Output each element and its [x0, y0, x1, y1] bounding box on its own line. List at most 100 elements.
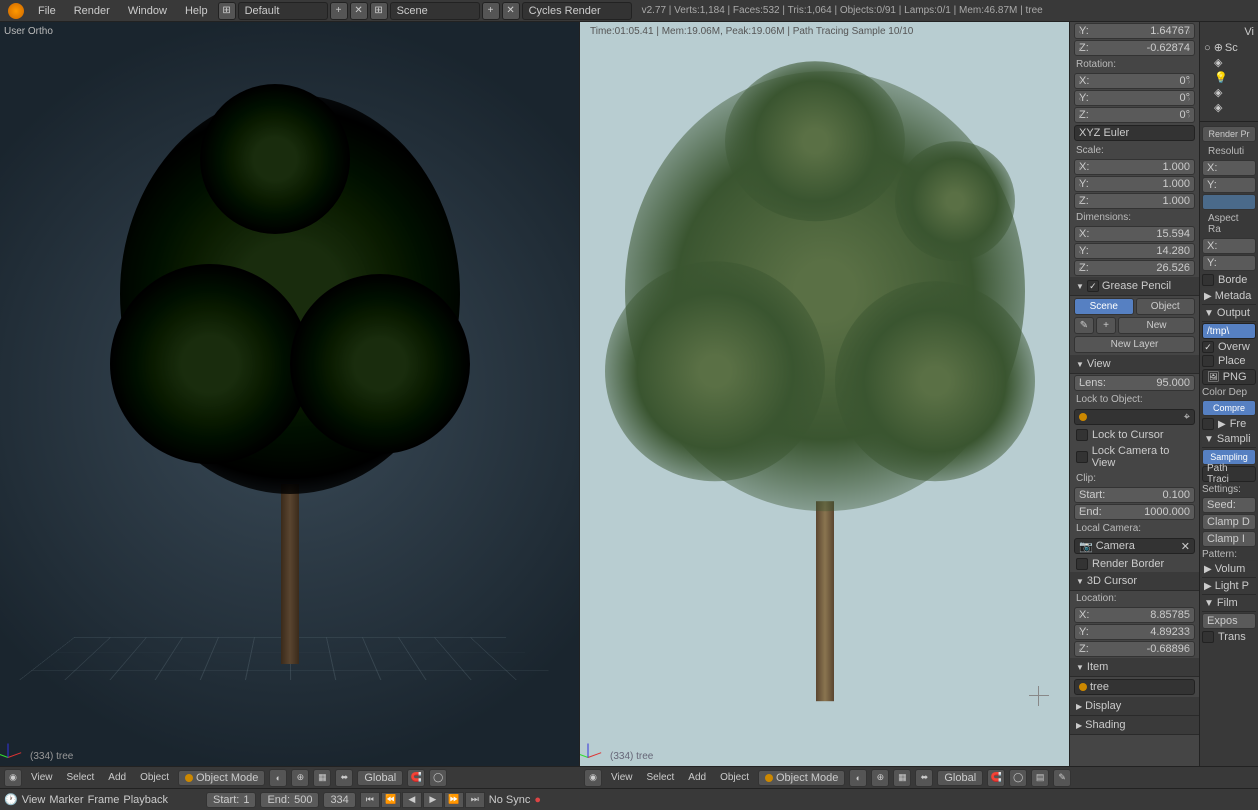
scene-remove-button[interactable]: ✕: [502, 2, 520, 20]
gpencil-icon[interactable]: ✎: [1053, 769, 1071, 787]
object-menu[interactable]: Object: [715, 770, 754, 785]
output-header[interactable]: ▼ Output: [1202, 305, 1256, 322]
menu-window[interactable]: Window: [120, 3, 175, 19]
tree-object-rendered[interactable]: [615, 61, 1035, 701]
orientation-selector[interactable]: Global: [937, 770, 983, 786]
outliner-item[interactable]: ◈: [1202, 100, 1256, 115]
shading-icon[interactable]: ◐: [269, 769, 287, 787]
exposure-field[interactable]: Expos: [1202, 613, 1256, 629]
proportional-icon[interactable]: ◯: [429, 769, 447, 787]
scale-z-field[interactable]: ‹Z:1.000›: [1074, 193, 1195, 209]
layout-selector[interactable]: Default: [238, 2, 328, 20]
rot-z-field[interactable]: ‹Z:0°›: [1074, 107, 1195, 123]
gp-scene-tab[interactable]: Scene: [1074, 298, 1134, 315]
dim-z-field[interactable]: ‹Z:26.526›: [1074, 260, 1195, 276]
clip-start-field[interactable]: ‹Start:0.100›: [1074, 487, 1195, 503]
border-check[interactable]: [1202, 274, 1214, 286]
viewport-left[interactable]: User Ortho (334) tree: [0, 22, 580, 766]
add-menu[interactable]: Add: [103, 770, 131, 785]
clamp-direct-field[interactable]: Clamp D: [1202, 514, 1256, 530]
lock-object-field[interactable]: ⌖: [1074, 409, 1195, 425]
orientation-selector[interactable]: Global: [357, 770, 403, 786]
res-y-field[interactable]: Y:: [1202, 177, 1256, 193]
scene-add-button[interactable]: +: [482, 2, 500, 20]
layout-add-button[interactable]: +: [330, 2, 348, 20]
manipulator-icon[interactable]: ⬌: [915, 769, 933, 787]
gp-edit-icon[interactable]: ✎: [1074, 317, 1094, 334]
sampling-header[interactable]: ▼ Sampli: [1202, 431, 1256, 448]
transparent-check[interactable]: [1202, 631, 1214, 643]
res-x-field[interactable]: X:: [1202, 160, 1256, 176]
view-menu[interactable]: View: [606, 770, 638, 785]
snap-icon[interactable]: 🧲: [407, 769, 425, 787]
dim-y-field[interactable]: ‹Y:14.280›: [1074, 243, 1195, 259]
menu-help[interactable]: Help: [177, 3, 216, 19]
lock-cursor-check[interactable]: [1076, 429, 1088, 441]
clamp-indirect-field[interactable]: Clamp I: [1202, 531, 1256, 547]
view-panel-header[interactable]: View: [1070, 355, 1199, 374]
manipulator-icon[interactable]: ⬌: [335, 769, 353, 787]
rotation-mode-select[interactable]: XYZ Euler: [1074, 125, 1195, 141]
dim-x-field[interactable]: ‹X:15.594›: [1074, 226, 1195, 242]
mode-selector[interactable]: Object Mode: [178, 770, 265, 786]
scale-y-field[interactable]: ‹Y:1.000›: [1074, 176, 1195, 192]
rot-x-field[interactable]: ‹X:0°›: [1074, 73, 1195, 89]
gp-newlayer-button[interactable]: New Layer: [1074, 336, 1195, 353]
outliner-item[interactable]: ◈: [1202, 85, 1256, 100]
aspect-y-field[interactable]: Y:: [1202, 255, 1256, 271]
layers-icon[interactable]: ▦: [313, 769, 331, 787]
menu-render[interactable]: Render: [66, 3, 118, 19]
volume-header[interactable]: ▶ Volum: [1202, 561, 1256, 578]
layout-remove-button[interactable]: ✕: [350, 2, 368, 20]
outliner-item[interactable]: 💡: [1202, 70, 1256, 85]
scene-selector[interactable]: Scene: [390, 2, 480, 20]
loc-z-field[interactable]: ‹Z:-0.62874›: [1074, 40, 1195, 56]
outliner-scene[interactable]: ○ ⊕ Sc: [1202, 40, 1256, 55]
aspect-x-field[interactable]: X:: [1202, 238, 1256, 254]
freestyle-check[interactable]: [1202, 418, 1214, 430]
cursor-y-field[interactable]: ‹Y:4.89233›: [1074, 624, 1195, 640]
item-header[interactable]: Item: [1070, 658, 1199, 677]
clip-end-field[interactable]: ‹End:1000.000›: [1074, 504, 1195, 520]
render-layers-icon[interactable]: ▤: [1031, 769, 1049, 787]
gp-check[interactable]: [1087, 280, 1099, 292]
pivot-icon[interactable]: ⊕: [291, 769, 309, 787]
loc-y-field[interactable]: ‹Y:1.64767›: [1074, 23, 1195, 39]
menu-file[interactable]: File: [30, 3, 64, 19]
gp-new-button[interactable]: New: [1118, 317, 1195, 334]
local-camera-field[interactable]: 📷Camera✕: [1074, 538, 1195, 554]
object-menu[interactable]: Object: [135, 770, 174, 785]
lens-field[interactable]: ‹Lens:95.000›: [1074, 375, 1195, 391]
viewport-right[interactable]: Time:01:05.41 | Mem:19.06M, Peak:19.06M …: [580, 22, 1070, 766]
format-select[interactable]: 🖼 PNG: [1202, 369, 1256, 385]
clear-icon[interactable]: ✕: [1181, 540, 1190, 553]
grease-pencil-header[interactable]: Grease Pencil: [1070, 277, 1199, 296]
cursor-x-field[interactable]: ‹X:8.85785›: [1074, 607, 1195, 623]
layers-icon[interactable]: ▦: [893, 769, 911, 787]
cursor-z-field[interactable]: ‹Z:-0.68896›: [1074, 641, 1195, 657]
outliner-item[interactable]: ◈: [1202, 55, 1256, 70]
gp-add-icon[interactable]: +: [1096, 317, 1116, 334]
compress-field[interactable]: Compre: [1202, 400, 1256, 416]
select-menu[interactable]: Select: [642, 770, 680, 785]
tree-object-solid[interactable]: [100, 64, 480, 664]
scene-browse-icon[interactable]: ⊞: [370, 2, 388, 20]
integrator-select[interactable]: Path Traci: [1202, 466, 1256, 482]
3d-cursor-header[interactable]: 3D Cursor: [1070, 572, 1199, 591]
lightpaths-header[interactable]: ▶ Light P: [1202, 578, 1256, 595]
add-menu[interactable]: Add: [683, 770, 711, 785]
item-name-field[interactable]: tree: [1074, 679, 1195, 695]
film-header[interactable]: ▼ Film: [1202, 595, 1256, 612]
metadata-header[interactable]: ▶ Metada: [1202, 288, 1256, 305]
scale-x-field[interactable]: ‹X:1.000›: [1074, 159, 1195, 175]
seed-field[interactable]: Seed:: [1202, 497, 1256, 513]
lock-camera-check[interactable]: [1076, 451, 1088, 463]
output-path-field[interactable]: /tmp\: [1202, 323, 1256, 339]
editor-type-icon[interactable]: ◉: [4, 769, 22, 787]
view-menu[interactable]: View: [26, 770, 58, 785]
editor-type-icon[interactable]: ◉: [584, 769, 602, 787]
shading-icon[interactable]: ◐: [849, 769, 867, 787]
pivot-icon[interactable]: ⊕: [871, 769, 889, 787]
proportional-icon[interactable]: ◯: [1009, 769, 1027, 787]
layout-browse-icon[interactable]: ⊞: [218, 2, 236, 20]
